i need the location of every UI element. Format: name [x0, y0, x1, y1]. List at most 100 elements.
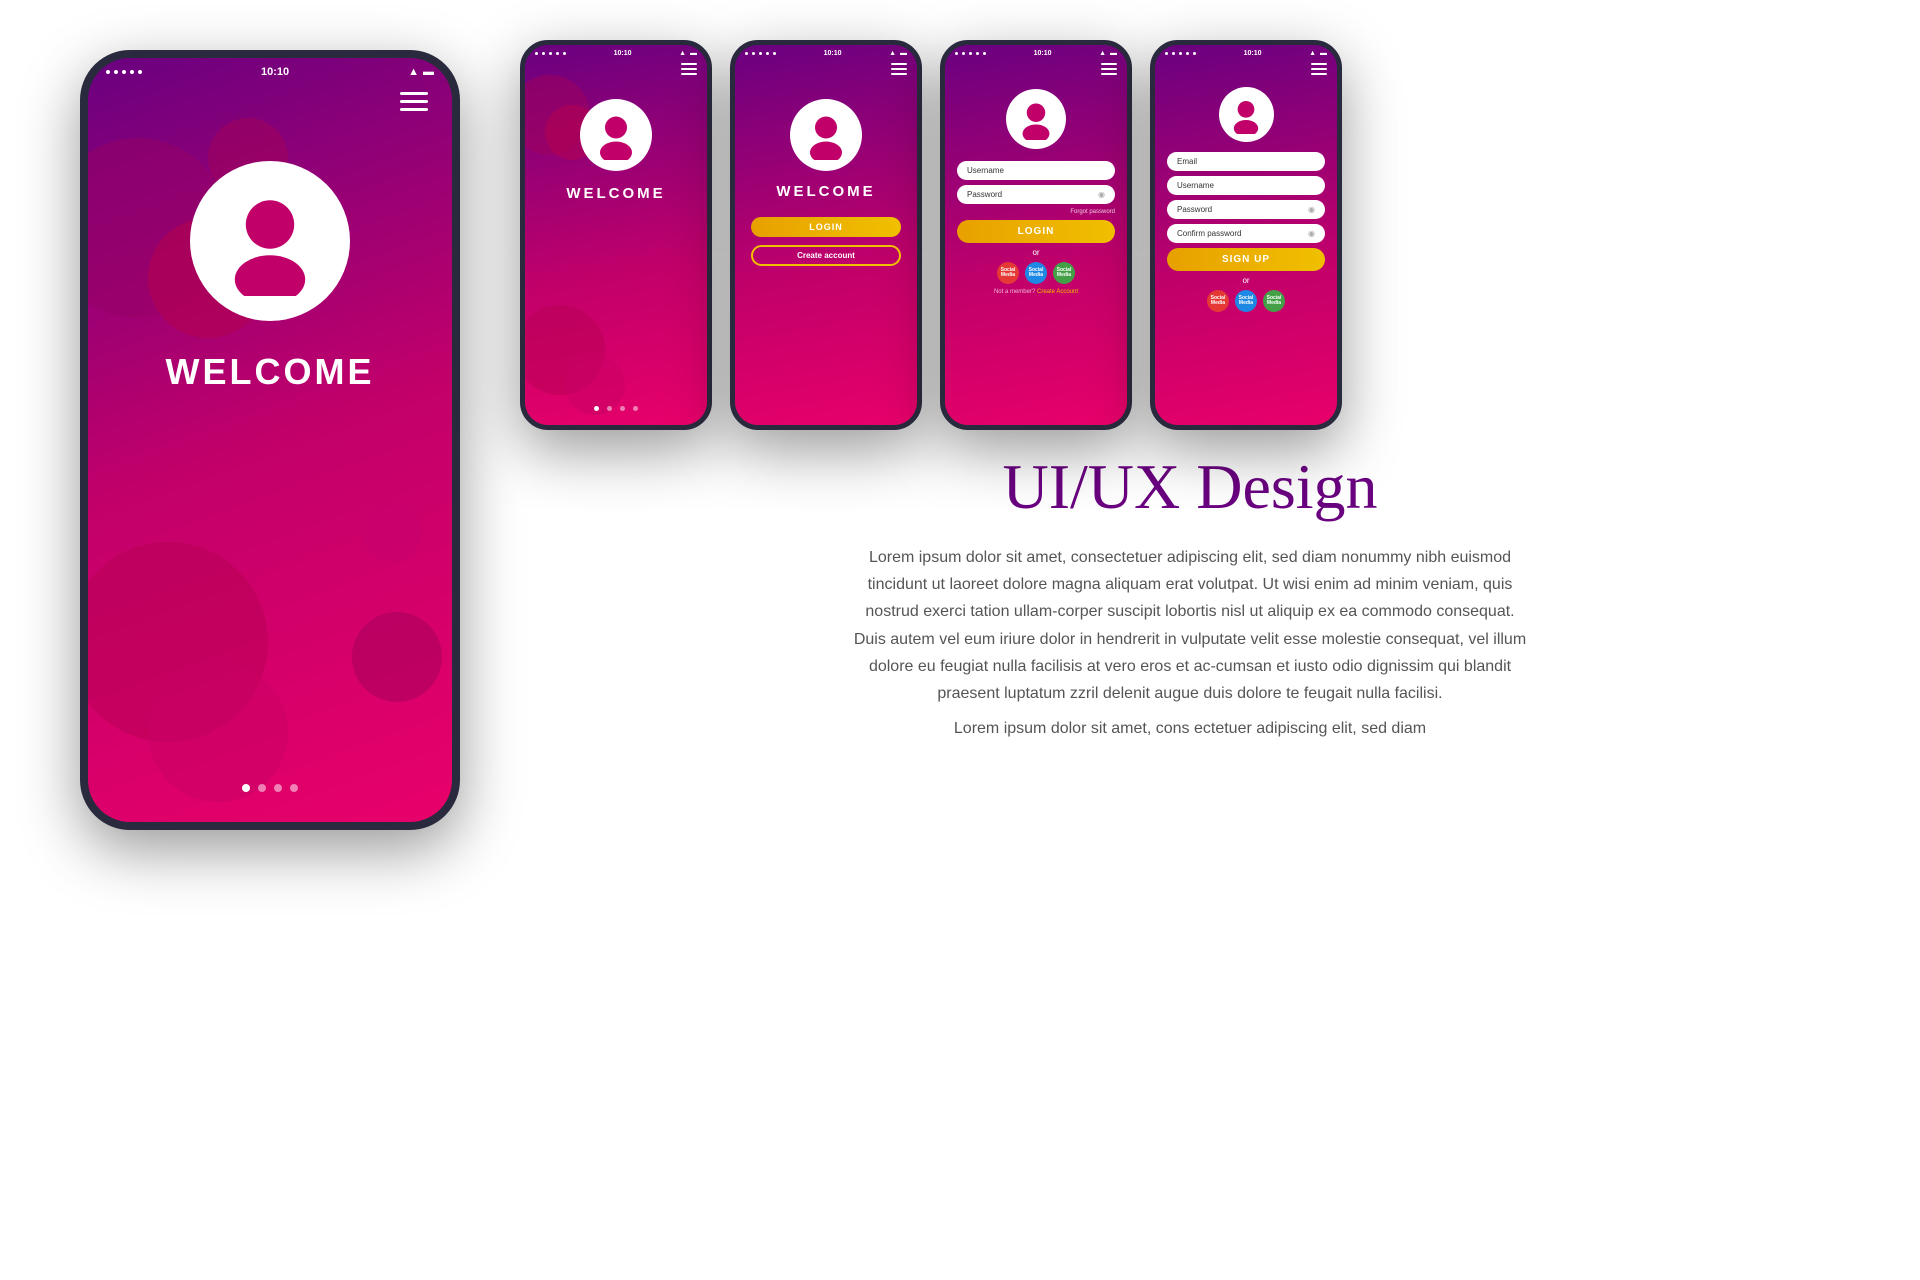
p3-avatar-wrap: [790, 99, 862, 171]
p4-form-area: Username Password ◉ Forgot password LOGI…: [945, 153, 1127, 303]
large-phone: 10:10 ▲ ▬: [80, 50, 460, 830]
hamburger-menu[interactable]: [400, 92, 428, 111]
p5-status-right: ▲ ▬: [1309, 50, 1327, 57]
p4-login-button[interactable]: LOGIN: [957, 220, 1115, 243]
phone-3: 10:10 ▲ ▬: [730, 40, 922, 430]
p2-avatar-wrap: [580, 99, 652, 171]
p5-password-field[interactable]: Password ◉: [1167, 200, 1325, 219]
large-phone-status-bar: 10:10 ▲ ▬: [88, 58, 452, 82]
p5-form-area: Email Username Password ◉ Confirm passwo…: [1155, 146, 1337, 318]
p2-wifi-icon: ▲: [679, 50, 686, 57]
p2-status-right: ▲ ▬: [679, 50, 697, 57]
p4-social-btn-3[interactable]: Social Media: [1053, 262, 1075, 284]
wifi-icon: ▲: [408, 66, 419, 78]
p4-status-bar: 10:10 ▲ ▬: [945, 45, 1127, 59]
p4-not-member: Not a member? Create Account: [994, 289, 1078, 295]
p5-email-field[interactable]: Email: [1167, 152, 1325, 171]
status-dots: [106, 70, 142, 74]
p2-welcome-label: WELCOME: [566, 185, 665, 203]
large-phone-wrap: 10:10 ▲ ▬: [60, 40, 480, 1240]
user-avatar-svg: [215, 186, 325, 296]
ui-ux-title: UI/UX Design: [540, 450, 1840, 524]
p4-header: [945, 59, 1127, 79]
p5-header: [1155, 59, 1337, 79]
p3-hamburger[interactable]: [891, 63, 907, 75]
phone-4: 10:10 ▲ ▬: [940, 40, 1132, 430]
p4-create-link[interactable]: Create Account: [1037, 289, 1078, 295]
p3-welcome-label: WELCOME: [776, 183, 875, 201]
p5-status-dots: [1165, 52, 1196, 55]
p4-password-field[interactable]: Password ◉: [957, 185, 1115, 204]
p2-header: [525, 59, 707, 79]
p3-login-button[interactable]: Login: [751, 217, 901, 237]
p4-forgot-wrap: Forgot password: [957, 209, 1115, 215]
p3-form-area: Login Create account: [735, 217, 917, 266]
p2-status-bar: 10:10 ▲ ▬: [525, 45, 707, 59]
right-side: 10:10 ▲ ▬: [520, 40, 1860, 1240]
p4-password-label: Password: [967, 190, 1002, 199]
status-right-icons: ▲ ▬: [408, 66, 434, 78]
p4-social-btn-1[interactable]: Social Media: [997, 262, 1019, 284]
p4-social-btn-2[interactable]: Social Media: [1025, 262, 1047, 284]
p4-avatar-wrap: [1006, 89, 1066, 149]
p5-confirm-label: Confirm password: [1177, 229, 1241, 238]
p5-status-bar: 10:10 ▲ ▬: [1155, 45, 1337, 59]
p2-dot-3: [620, 406, 625, 411]
p4-username-field[interactable]: Username: [957, 161, 1115, 180]
p3-status-right: ▲ ▬: [889, 50, 907, 57]
dot-2: [258, 784, 266, 792]
p3-create-button[interactable]: Create account: [751, 245, 901, 266]
p5-avatar-svg: [1227, 96, 1265, 134]
p5-social-btn-3[interactable]: Social Media: [1263, 290, 1285, 312]
p3-status-dots: [745, 52, 776, 55]
p5-social-btn-2[interactable]: Social Media: [1235, 290, 1257, 312]
avatar: [190, 161, 350, 321]
p4-status-dots: [955, 52, 986, 55]
phone-5: 10:10 ▲ ▬: [1150, 40, 1342, 430]
battery-icon: ▬: [423, 66, 434, 78]
large-phone-header: [88, 82, 452, 121]
p3-status-time: 10:10: [824, 50, 842, 57]
p5-social-label-1: Social Media: [1207, 296, 1229, 307]
p4-battery-icon: ▬: [1110, 50, 1117, 57]
p4-hamburger[interactable]: [1101, 63, 1117, 75]
p2-avatar: [580, 99, 652, 171]
p5-avatar: [1219, 87, 1274, 142]
p2-dot-4: [633, 406, 638, 411]
p5-signup-button[interactable]: SIGN UP: [1167, 248, 1325, 271]
p5-hamburger[interactable]: [1311, 63, 1327, 75]
p3-avatar-svg: [801, 110, 851, 160]
p4-social-label-3: Social Media: [1053, 268, 1075, 279]
p5-email-label: Email: [1177, 157, 1197, 166]
p4-social-row: Social Media Social Media Social Media: [997, 262, 1075, 284]
p2-status-dots: [535, 52, 566, 55]
p3-status-bar: 10:10 ▲ ▬: [735, 45, 917, 59]
p2-hamburger[interactable]: [681, 63, 697, 75]
p4-username-label: Username: [967, 166, 1004, 175]
status-time: 10:10: [261, 66, 289, 78]
p3-header: [735, 59, 917, 79]
p3-battery-icon: ▬: [900, 50, 907, 57]
p5-wifi-icon: ▲: [1309, 50, 1316, 57]
p5-social-row: Social Media Social Media Social Media: [1207, 290, 1285, 312]
p5-confirm-field[interactable]: Confirm password ◉: [1167, 224, 1325, 243]
page-dots: [242, 784, 298, 792]
p5-social-btn-1[interactable]: Social Media: [1207, 290, 1229, 312]
p4-forgot-link[interactable]: Forgot password: [1070, 209, 1115, 215]
p4-status-right: ▲ ▬: [1099, 50, 1117, 57]
p2-avatar-svg: [591, 110, 641, 160]
p5-avatar-wrap: [1219, 87, 1274, 142]
dot-1: [242, 784, 250, 792]
p2-dots: [594, 406, 638, 411]
p4-wifi-icon: ▲: [1099, 50, 1106, 57]
p5-password-label: Password: [1177, 205, 1212, 214]
p5-or-divider: or: [1242, 276, 1249, 285]
p5-confirm-eye-icon: ◉: [1308, 229, 1315, 238]
page: 10:10 ▲ ▬: [0, 0, 1920, 1280]
dot-4: [290, 784, 298, 792]
welcome-label: WELCOME: [166, 351, 375, 393]
p2-dot-2: [607, 406, 612, 411]
description-body-1: Lorem ipsum dolor sit amet, consectetuer…: [850, 544, 1530, 707]
p5-username-field[interactable]: Username: [1167, 176, 1325, 195]
phone-2: 10:10 ▲ ▬: [520, 40, 712, 430]
